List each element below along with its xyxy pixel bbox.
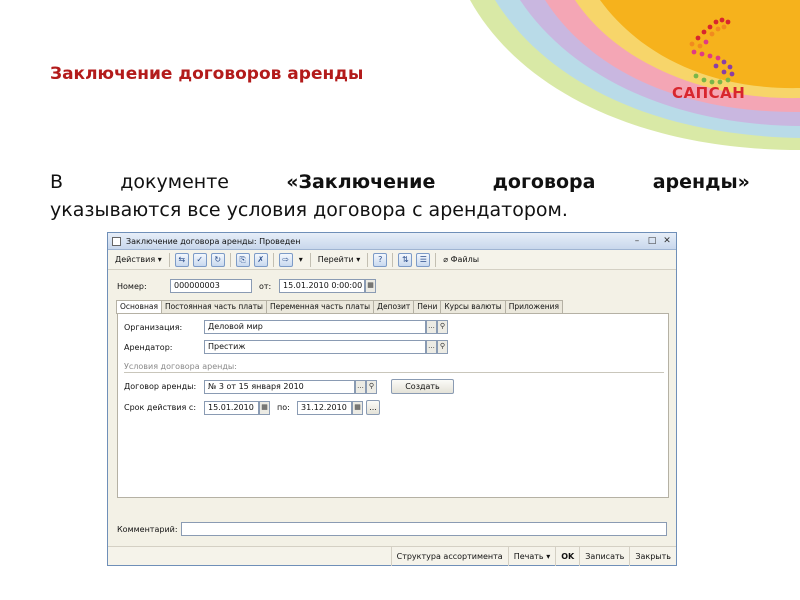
comment-label: Комментарий: <box>117 524 178 534</box>
refresh-icon[interactable]: ↻ <box>210 252 225 267</box>
print-label: Печать <box>513 551 544 561</box>
tab-fixed-payment[interactable]: Постоянная часть платы <box>160 300 267 313</box>
text-word: В <box>50 171 64 193</box>
term-to-field[interactable]: 31.12.2010 <box>297 400 352 415</box>
organization-label: Организация: <box>124 322 183 332</box>
help-icon[interactable]: ? <box>373 252 388 267</box>
document-window: Заключение договора аренды: Проведен – □… <box>107 232 677 566</box>
actions-menu[interactable]: Действия ▾ <box>111 252 166 268</box>
print-menu[interactable]: Печать ▾ <box>507 546 556 566</box>
toolbar: Действия ▾ ⇆ ✓ ↻ ⎘ ✗ ⇨ ▾ Перейти ▾ ? ⇅ ☰… <box>108 250 676 270</box>
window-title: Заключение договора аренды: Проведен <box>126 236 301 246</box>
goto-menu[interactable]: Перейти ▾ <box>314 252 365 268</box>
slide-text-line-1: В документе «Заключение договора аренды» <box>50 168 750 196</box>
tab-currency-rates[interactable]: Курсы валюты <box>440 300 506 313</box>
slide-body-text: В документе «Заключение договора аренды»… <box>50 168 750 224</box>
toolbar-separator <box>309 252 311 267</box>
tab-penalties[interactable]: Пени <box>413 300 442 313</box>
tenant-row: Арендатор: Престиж ... ⚲ <box>124 340 448 354</box>
date-field[interactable]: 15.01.2010 0:00:00 <box>279 279 365 293</box>
comment-row: Комментарий: <box>117 522 667 536</box>
assortment-structure-button[interactable]: Структура ассортимента <box>390 546 508 566</box>
term-from-label: Срок действия с: <box>124 403 197 412</box>
text-word: «Заключение <box>286 171 436 193</box>
text-word: документе <box>120 171 229 193</box>
number-label: Номер: <box>117 281 147 291</box>
search-icon[interactable]: ⚲ <box>437 340 448 354</box>
close-button[interactable]: Закрыть <box>629 546 676 566</box>
term-row: Срок действия с: 15.01.2010 ▦ по: 31.12.… <box>124 400 380 415</box>
tab-deposit[interactable]: Депозит <box>373 300 415 313</box>
document-icon <box>112 236 121 246</box>
contract-label: Договор аренды: <box>124 382 197 391</box>
select-button[interactable]: ... <box>426 340 437 354</box>
minimize-icon[interactable]: – <box>631 236 643 247</box>
toolbar-separator <box>272 252 274 267</box>
delete-mark-icon[interactable]: ✗ <box>253 252 268 267</box>
organization-row: Организация: Деловой мир ... ⚲ <box>124 320 448 334</box>
slide-title: Заключение договоров аренды <box>50 64 364 84</box>
select-button[interactable]: ... <box>426 320 437 334</box>
window-titlebar: Заключение договора аренды: Проведен – □… <box>108 233 676 250</box>
goto-label: Перейти <box>317 255 354 264</box>
sort-icon[interactable]: ⇅ <box>398 252 413 267</box>
toolbar-separator <box>392 252 394 267</box>
contract-terms-section-header: Условия договора аренды: <box>124 362 664 373</box>
create-button[interactable]: Создать <box>391 379 454 394</box>
tab-main[interactable]: Основная <box>116 300 162 314</box>
text-word: аренды» <box>652 171 750 193</box>
term-from-field[interactable]: 15.01.2010 <box>204 400 259 415</box>
number-field[interactable]: 000000003 <box>170 279 252 293</box>
text-word: договора <box>492 171 596 193</box>
ok-button[interactable]: OK <box>555 546 579 566</box>
contract-row: Договор аренды: № 3 от 15 января 2010 ..… <box>124 379 454 394</box>
toolbar-separator <box>229 252 231 267</box>
comment-field[interactable] <box>181 522 667 536</box>
based-on-icon[interactable]: ⇨ <box>278 252 293 267</box>
files-label: Файлы <box>450 255 480 264</box>
maximize-icon[interactable]: □ <box>646 236 658 247</box>
bottom-bar: Структура ассортимента Печать ▾ OK Запис… <box>108 546 676 566</box>
period-select-button[interactable]: ... <box>366 400 380 415</box>
tab-bar: Основная Постоянная часть платы Переменн… <box>116 300 564 314</box>
post-icon[interactable]: ✓ <box>192 252 207 267</box>
save-button[interactable]: Записать <box>579 546 629 566</box>
tab-variable-payment[interactable]: Переменная часть платы <box>265 300 375 313</box>
copy-icon[interactable]: ⎘ <box>235 252 250 267</box>
date-label: от: <box>259 281 272 291</box>
logo-text: САПСАН <box>672 84 746 102</box>
files-button[interactable]: ⌀ Файлы <box>439 252 483 268</box>
slide-text-line-2: указываются все условия договора с аренд… <box>50 199 568 221</box>
calendar-icon[interactable]: ▦ <box>365 279 376 293</box>
actions-label: Действия <box>115 255 156 264</box>
term-to-label: по: <box>277 403 290 412</box>
organization-field[interactable]: Деловой мир <box>204 320 426 334</box>
contract-field[interactable]: № 3 от 15 января 2010 <box>204 379 355 394</box>
tenant-label: Арендатор: <box>124 342 173 352</box>
tab-attachments[interactable]: Приложения <box>504 300 564 313</box>
number-row: Номер: 000000003 от: 15.01.2010 0:00:00 … <box>117 279 376 293</box>
close-icon[interactable]: ✕ <box>661 236 673 247</box>
tenant-field[interactable]: Престиж <box>204 340 426 354</box>
search-icon[interactable]: ⚲ <box>437 320 448 334</box>
toolbar-separator <box>367 252 369 267</box>
search-icon[interactable]: ⚲ <box>366 379 377 394</box>
main-tab-panel: Организация: Деловой мир ... ⚲ Арендатор… <box>117 313 669 498</box>
calendar-icon[interactable]: ▦ <box>352 400 363 415</box>
toolbar-separator <box>168 252 170 267</box>
calendar-icon[interactable]: ▦ <box>259 400 270 415</box>
paperclip-icon: ⌀ <box>443 255 449 264</box>
structure-icon[interactable]: ☰ <box>416 252 431 267</box>
select-button[interactable]: ... <box>355 379 366 394</box>
based-on-dropdown[interactable]: ▾ <box>295 252 307 268</box>
toolbar-separator <box>435 252 437 267</box>
back-icon[interactable]: ⇆ <box>174 252 189 267</box>
